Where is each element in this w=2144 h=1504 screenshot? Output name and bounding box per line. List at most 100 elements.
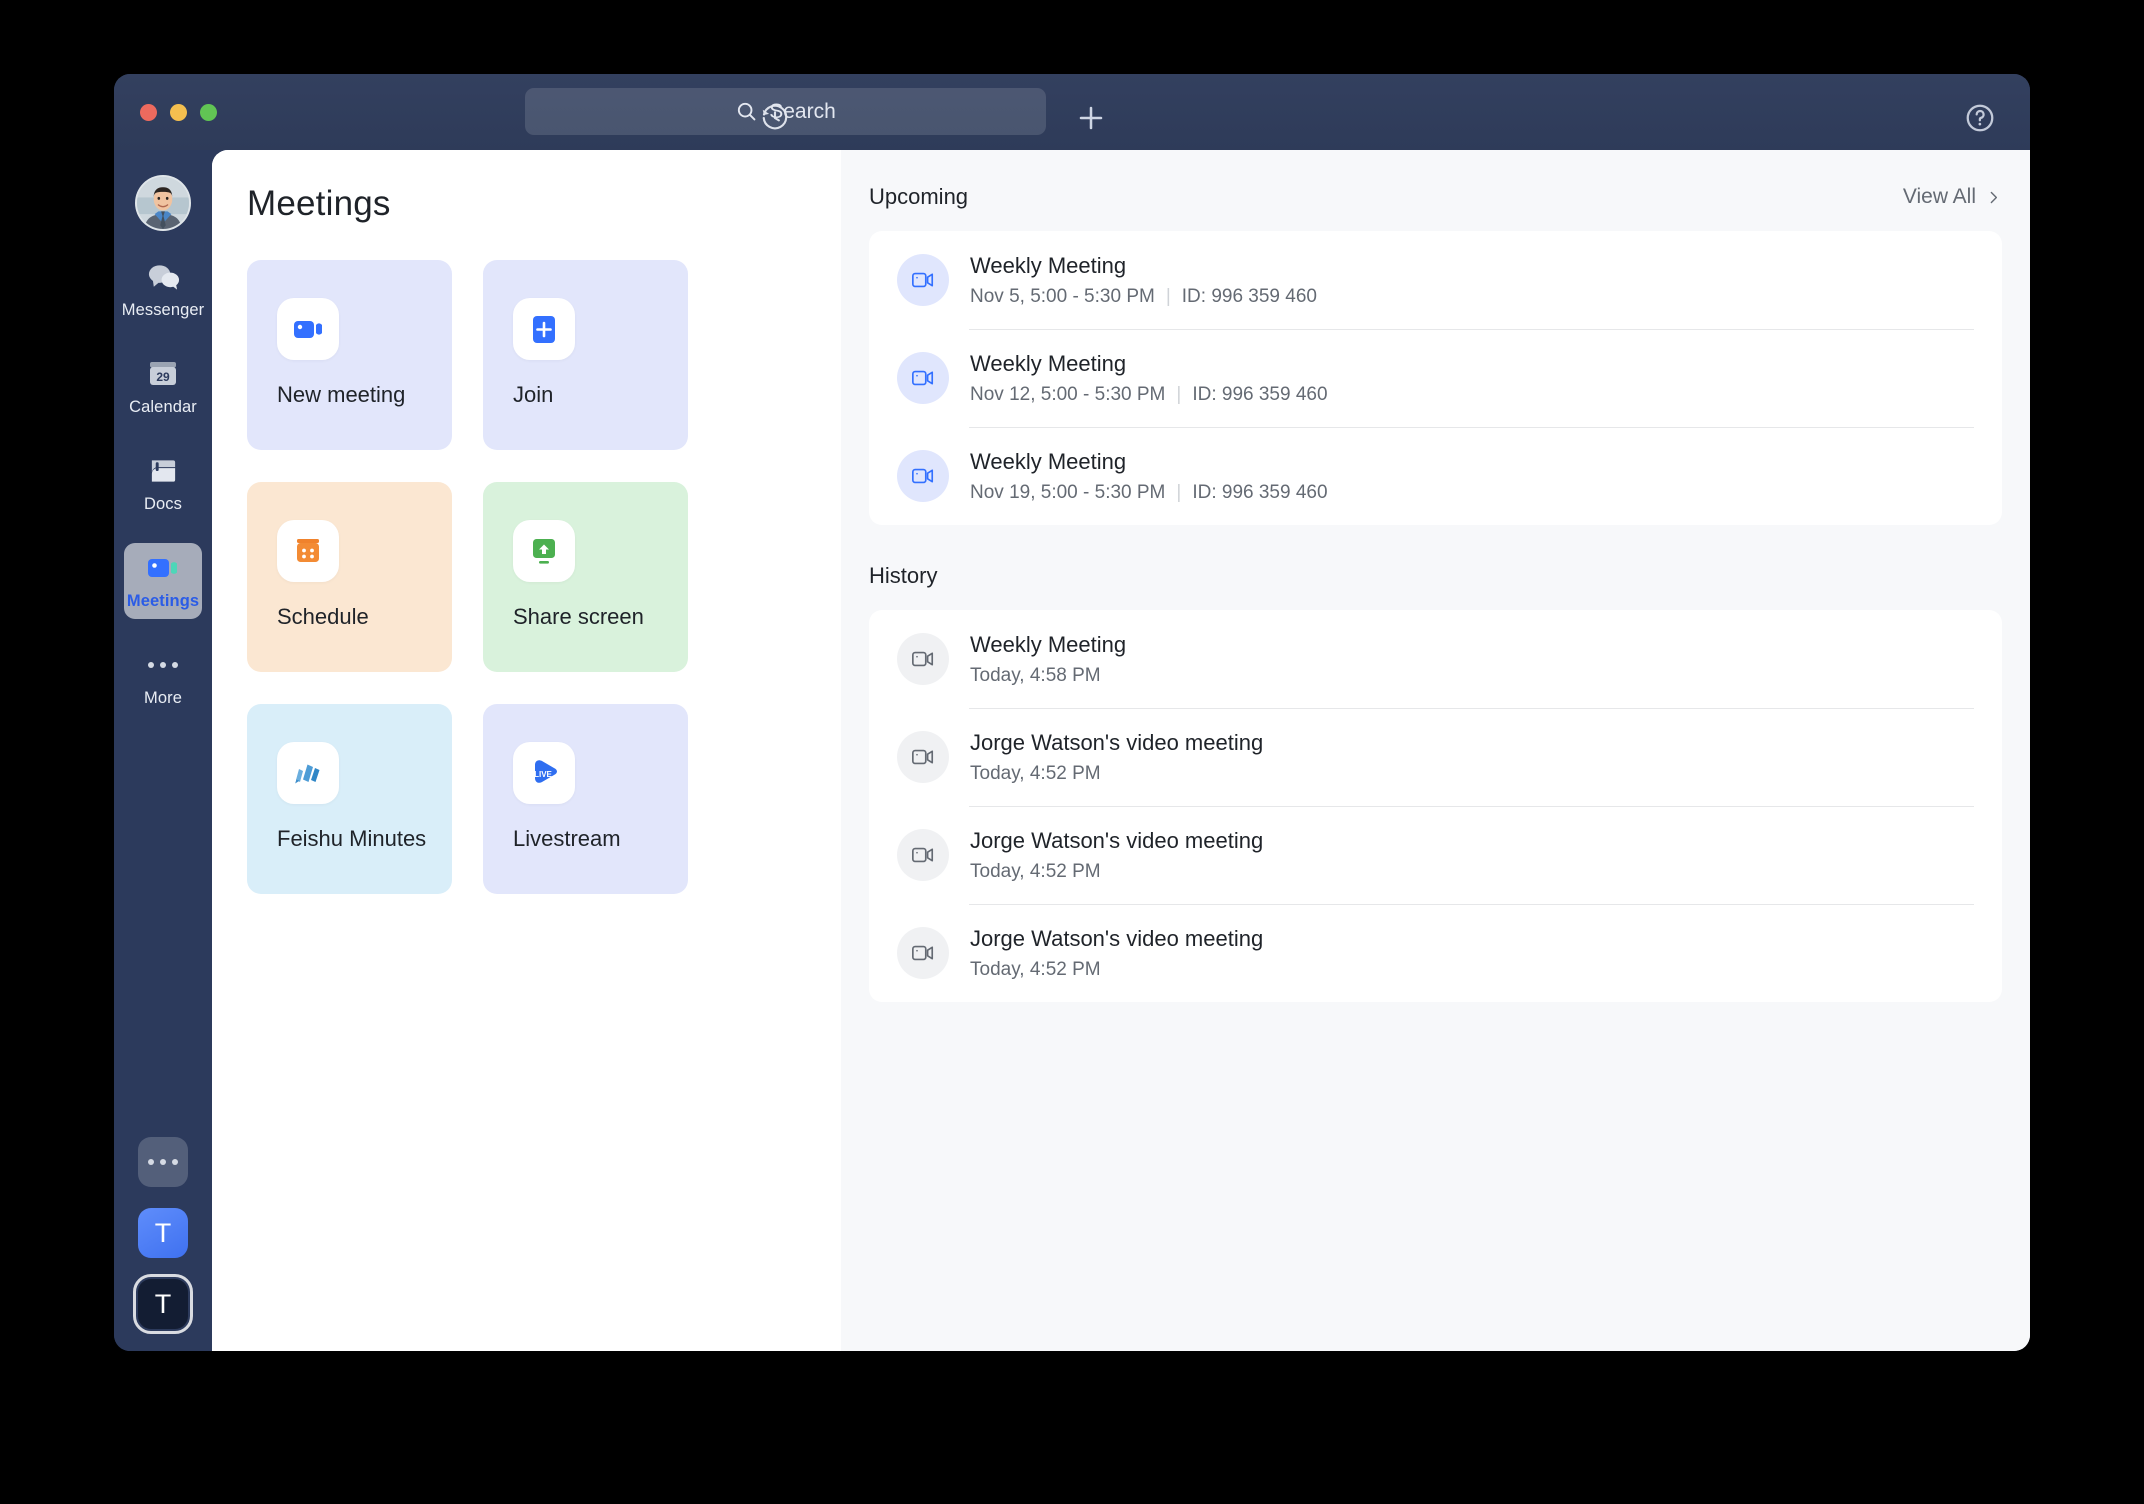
meeting-time: Nov 5, 5:00 - 5:30 PM <box>970 285 1155 307</box>
rail-bottom-tiles: T T <box>114 1137 212 1334</box>
title-bar: Search <box>114 74 2030 150</box>
upcoming-title: Upcoming <box>869 184 969 209</box>
history-row[interactable]: Jorge Watson's video meeting Today, 4:52… <box>897 806 1974 904</box>
help-circle-icon[interactable] <box>1960 98 2000 138</box>
feishu-minutes-tile[interactable]: Feishu Minutes <box>247 704 452 894</box>
meeting-title: Weekly Meeting <box>970 252 1127 278</box>
upcoming-row-text: Weekly Meeting Nov 12, 5:00 - 5:30 PM | … <box>970 351 1328 406</box>
meta-separator: | <box>1176 383 1182 405</box>
meeting-time: Today, 4:58 PM <box>970 664 1101 686</box>
history-row-text: Jorge Watson's video meeting Today, 4:52… <box>970 730 1263 785</box>
meeting-title: Weekly Meeting <box>970 448 1127 474</box>
minutes-icon <box>277 742 339 804</box>
join-meeting-tile[interactable]: Join <box>483 260 688 450</box>
upcoming-row[interactable]: Weekly Meeting Nov 5, 5:00 - 5:30 PM | I… <box>897 231 1974 329</box>
sidebar-item-meetings[interactable]: Meetings <box>124 543 202 619</box>
maximize-window-button[interactable] <box>200 104 217 121</box>
meeting-id: ID: 996 359 460 <box>1181 285 1317 307</box>
sidebar-item-calendar[interactable]: 29 Calendar <box>124 349 202 425</box>
history-row-text: Jorge Watson's video meeting Today, 4:52… <box>970 926 1263 981</box>
history-section: History Weekly Meeting Today, 4:58 PM Jo… <box>869 559 2002 1002</box>
close-window-button[interactable] <box>140 104 157 121</box>
traffic-lights <box>140 104 217 121</box>
workspace-tile-glyph: T <box>154 1288 172 1319</box>
video-camera-icon <box>146 551 180 585</box>
meetings-actions-pane: Meetings New meeting Join Schedule Share… <box>212 150 841 1351</box>
meetings-list-pane: Upcoming View All Weekly Meeting Nov 5, … <box>841 150 2030 1351</box>
meeting-title: Weekly Meeting <box>970 350 1127 376</box>
calendar-29-icon: 29 <box>147 357 179 391</box>
avatar[interactable] <box>135 175 191 231</box>
svg-text:29: 29 <box>156 370 170 384</box>
history-title: History <box>869 563 938 588</box>
sidebar-item-label: Docs <box>144 495 182 513</box>
history-row[interactable]: Weekly Meeting Today, 4:58 PM <box>897 610 1974 708</box>
video-camera-outline-icon <box>897 633 949 685</box>
video-camera-outline-icon <box>897 450 949 502</box>
plus-icon[interactable] <box>1069 96 1113 140</box>
livestream-tile[interactable]: LIVE Livestream <box>483 704 688 894</box>
meeting-meta: Nov 12, 5:00 - 5:30 PM | ID: 996 359 460 <box>970 384 1328 406</box>
history-row-text: Jorge Watson's video meeting Today, 4:52… <box>970 828 1263 883</box>
sidebar-item-more[interactable]: More <box>124 640 202 716</box>
meeting-id: ID: 996 359 460 <box>1192 383 1328 405</box>
sidebar-item-docs[interactable]: Docs <box>124 446 202 522</box>
upcoming-row-text: Weekly Meeting Nov 19, 5:00 - 5:30 PM | … <box>970 449 1328 504</box>
tile-label: Share screen <box>513 604 644 629</box>
tile-label: Feishu Minutes <box>277 826 427 851</box>
meeting-time: Today, 4:52 PM <box>970 958 1101 980</box>
sidebar-item-label: More <box>144 689 182 707</box>
view-all-label: View All <box>1902 185 1976 208</box>
meeting-meta: Nov 5, 5:00 - 5:30 PM | ID: 996 359 460 <box>970 286 1317 308</box>
view-all-button[interactable]: View All <box>1903 185 2002 209</box>
video-camera-outline-icon <box>897 254 949 306</box>
meeting-time: Nov 12, 5:00 - 5:30 PM <box>970 383 1166 405</box>
sidebar-item-messenger[interactable]: Messenger <box>121 252 205 328</box>
meeting-title: Jorge Watson's video meeting <box>970 827 1264 853</box>
sidebar-item-label: Meetings <box>126 592 200 610</box>
video-camera-outline-icon <box>897 829 949 881</box>
upcoming-row[interactable]: Weekly Meeting Nov 12, 5:00 - 5:30 PM | … <box>897 329 1974 427</box>
share-screen-tile[interactable]: Share screen <box>483 482 688 672</box>
ellipsis-icon <box>148 648 178 682</box>
meeting-time: Nov 19, 5:00 - 5:30 PM <box>970 481 1166 503</box>
meta-separator: | <box>1165 285 1171 307</box>
search-icon <box>738 102 756 121</box>
upcoming-row[interactable]: Weekly Meeting Nov 19, 5:00 - 5:30 PM | … <box>897 427 1974 525</box>
workspace-tile-2[interactable]: T <box>133 1274 193 1334</box>
schedule-tile[interactable]: Schedule <box>247 482 452 672</box>
sidebar-item-label: Messenger <box>121 301 205 319</box>
screen-share-icon <box>513 520 575 582</box>
tile-label: Livestream <box>513 826 621 851</box>
minimize-window-button[interactable] <box>170 104 187 121</box>
upcoming-header: Upcoming View All <box>869 180 2002 214</box>
video-camera-icon <box>277 298 339 360</box>
history-row[interactable]: Jorge Watson's video meeting Today, 4:52… <box>897 708 1974 806</box>
meta-separator: | <box>1176 481 1182 503</box>
search-input[interactable]: Search <box>525 88 1046 135</box>
left-navigation-rail: Messenger 29 Calendar Docs Meetings More… <box>114 150 212 1351</box>
history-row-text: Weekly Meeting Today, 4:58 PM <box>970 632 1126 687</box>
page-title: Meetings <box>247 184 391 223</box>
meeting-meta: Nov 19, 5:00 - 5:30 PM | ID: 996 359 460 <box>970 482 1328 504</box>
workspace-tile-glyph: T <box>154 1217 172 1248</box>
workspace-tile-1[interactable]: T <box>138 1208 188 1258</box>
chat-bubbles-icon <box>147 260 180 294</box>
meeting-title: Weekly Meeting <box>970 631 1127 657</box>
meeting-id: ID: 996 359 460 <box>1192 481 1328 503</box>
meeting-title: Jorge Watson's video meeting <box>970 925 1264 951</box>
calendar-icon <box>277 520 339 582</box>
quick-action-grid: New meeting Join Schedule Share screen F… <box>247 260 841 894</box>
ellipsis-icon <box>148 1159 178 1165</box>
tile-label: New meeting <box>277 382 406 407</box>
video-camera-outline-icon <box>897 731 949 783</box>
video-camera-outline-icon <box>897 927 949 979</box>
new-meeting-tile[interactable]: New meeting <box>247 260 452 450</box>
search-placeholder: Search <box>769 99 836 123</box>
more-apps-tile[interactable] <box>138 1137 188 1187</box>
tile-label: Schedule <box>277 604 369 629</box>
history-row[interactable]: Jorge Watson's video meeting Today, 4:52… <box>897 904 1974 1002</box>
upcoming-card: Weekly Meeting Nov 5, 5:00 - 5:30 PM | I… <box>869 231 2002 525</box>
video-camera-outline-icon <box>897 352 949 404</box>
meeting-title: Jorge Watson's video meeting <box>970 729 1264 755</box>
